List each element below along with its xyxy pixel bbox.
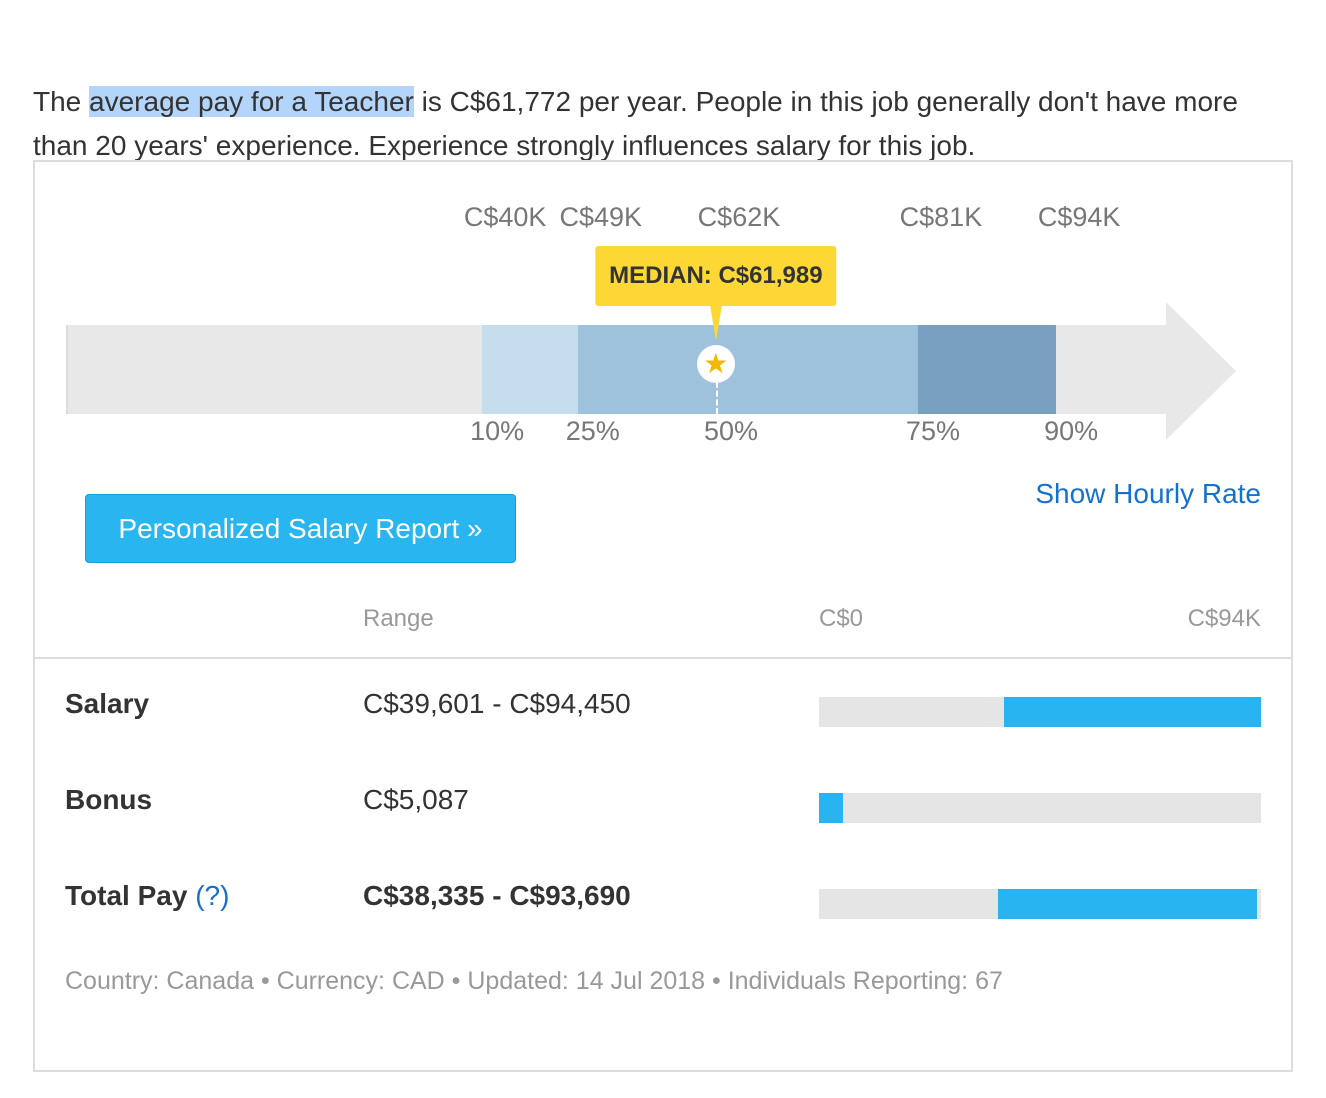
salary-label: Salary	[65, 688, 150, 719]
percentile-segment	[715, 325, 918, 414]
percentile-segment	[482, 325, 578, 414]
show-hourly-rate-link[interactable]: Show Hourly Rate	[1035, 478, 1261, 510]
salary-widget: C$40K 10% C$49K 25% C$62K 50% C$81K 75% C$94K 90%…	[33, 160, 1293, 1072]
percentile-label: 10%	[470, 416, 525, 446]
percentile-label: 90%	[1044, 416, 1099, 446]
percentile-value-label: C$62K	[697, 202, 781, 232]
total-pay-label: Total Pay (?)	[65, 880, 230, 911]
salary-range: C$39,601 - C$94,450	[363, 688, 631, 719]
range-axis-min: C$0	[819, 605, 864, 632]
salary-bar-fill	[1004, 697, 1261, 727]
total-pay-range: C$38,335 - C$93,690	[363, 880, 631, 911]
arrow-head	[1166, 302, 1236, 440]
highlighted-text: average pay for a Teacher	[89, 86, 414, 117]
footer-meta: Country: Canada • Currency: CAD • Update…	[65, 967, 1003, 995]
range-header: Range	[363, 605, 434, 632]
percentile-value-label: C$94K	[1037, 202, 1121, 232]
bonus-label: Bonus	[65, 784, 153, 815]
percentile-label: 50%	[703, 416, 759, 446]
bonus-value: C$5,087	[363, 784, 469, 815]
percentile-label: 75%	[905, 416, 960, 446]
bonus-bar	[819, 793, 1261, 823]
percentile-segment	[577, 325, 716, 414]
percentile-segment	[917, 325, 1056, 414]
bonus-bar-fill	[819, 793, 843, 823]
total-pay-bar-fill	[998, 889, 1258, 919]
range-axis-max: C$94K	[1187, 605, 1261, 632]
median-dash	[715, 382, 718, 414]
divider	[35, 657, 1291, 659]
median-pointer	[709, 305, 722, 341]
personalized-salary-report-button[interactable]: Personalized Salary Report »	[85, 494, 516, 563]
total-pay-bar	[819, 889, 1261, 919]
total-pay-help-link[interactable]: ?	[205, 880, 221, 911]
percentile-value-label: C$40K	[463, 202, 547, 232]
salary-bar	[819, 697, 1261, 727]
intro-text: The average pay for a Teacher is C$61,77…	[33, 86, 1238, 161]
percentile-value-label: C$49K	[559, 202, 643, 232]
median-tooltip: MEDIAN: C$61,989	[595, 246, 837, 306]
star-icon: ★	[696, 345, 735, 383]
percentile-value-label: C$81K	[899, 202, 983, 232]
percentile-label: 25%	[565, 416, 620, 446]
